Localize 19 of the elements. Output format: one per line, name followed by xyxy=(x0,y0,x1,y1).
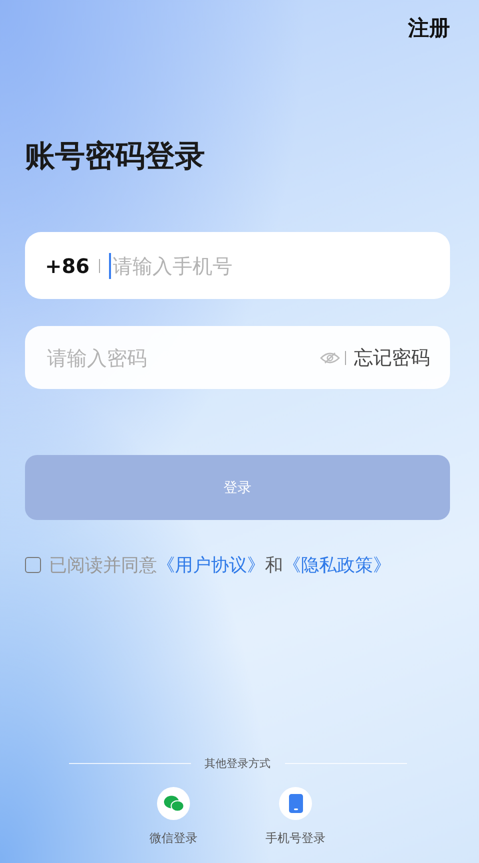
phone-input-field[interactable]: 请输入手机号 xyxy=(108,252,430,278)
password-input-field[interactable]: 请输入密码 xyxy=(45,344,320,370)
agreement-text: 已阅读并同意 xyxy=(49,554,157,577)
eye-hidden-icon[interactable] xyxy=(320,352,340,364)
login-method-button[interactable]: 手机号登录 xyxy=(266,787,326,847)
agreement-checkbox[interactable] xyxy=(25,557,41,573)
register-button[interactable]: 注册 xyxy=(408,14,450,42)
phone-field[interactable]: +86 请输入手机号 xyxy=(25,232,450,299)
country-code[interactable]: +86 xyxy=(45,254,90,278)
privacy-policy-link[interactable]: 《隐私政策》 xyxy=(283,553,391,577)
page-title: 账号密码登录 xyxy=(25,138,206,176)
tablet-icon xyxy=(288,794,302,813)
password-field[interactable]: 请输入密码 忘记密码 xyxy=(25,326,450,389)
chat-bubbles-icon xyxy=(164,795,184,812)
user-agreement-link[interactable]: 《用户协议》 xyxy=(157,553,265,577)
agreement-joiner: 和 xyxy=(265,554,283,577)
login-method-button[interactable]: 微信登录 xyxy=(150,787,198,847)
forgot-password-link[interactable]: 忘记密码 xyxy=(354,344,430,370)
other-login-title: 其他登录方式 xyxy=(204,756,270,771)
